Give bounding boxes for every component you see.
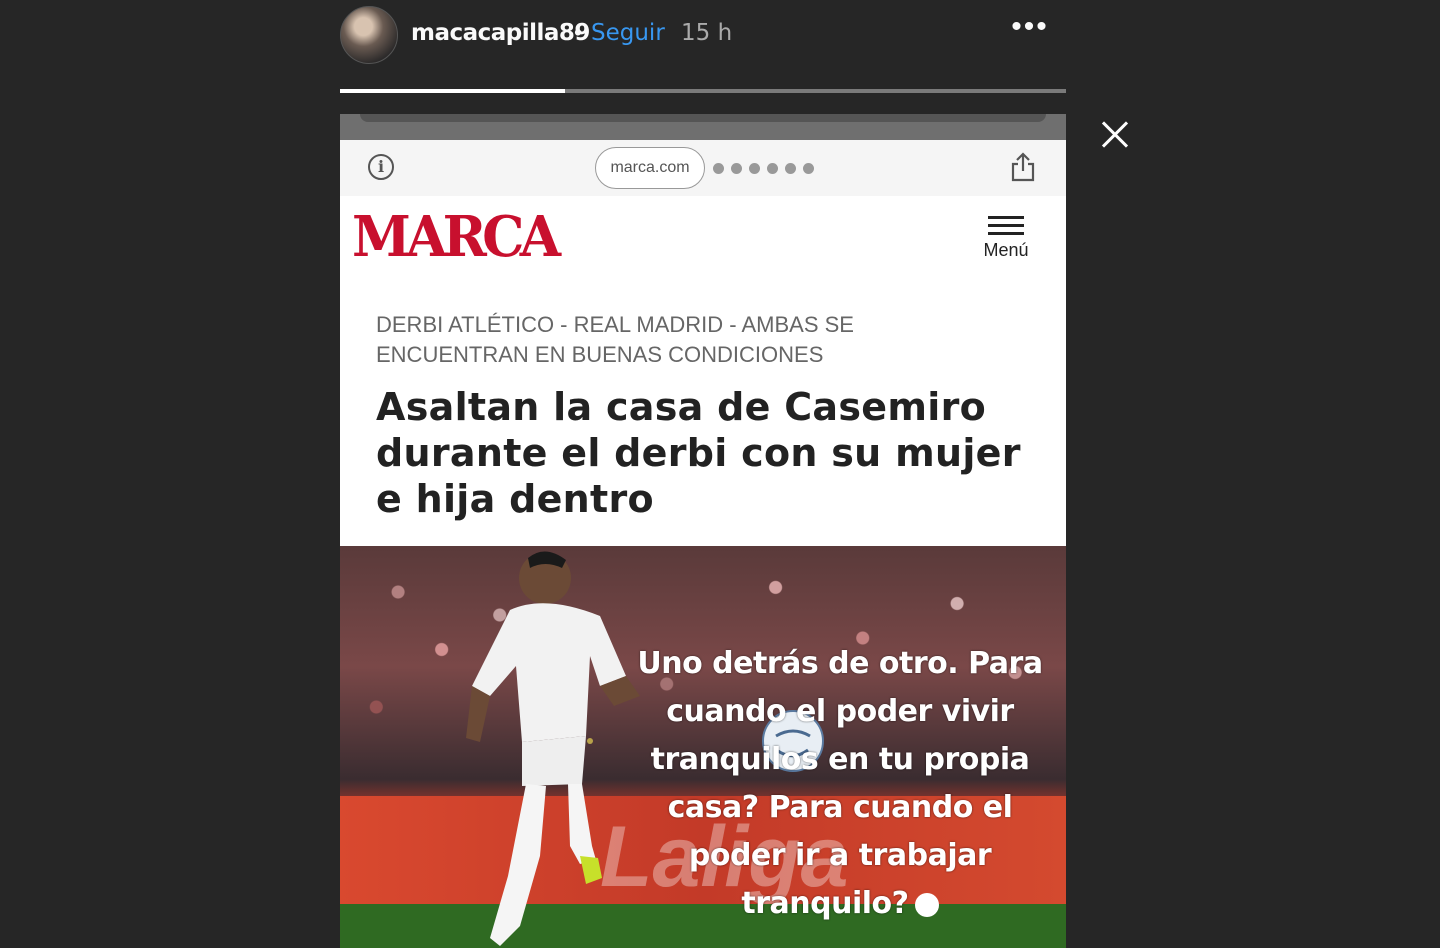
article-headline[interactable]: Asaltan la casa de Casemiro durante el d…	[376, 384, 1036, 522]
share-icon[interactable]	[1010, 152, 1036, 182]
caption-line: tranquilo?	[741, 886, 909, 921]
story-progress-bar	[340, 89, 1066, 93]
more-options-icon[interactable]: •••	[1008, 12, 1052, 46]
article-header: DERBI ATLÉTICO - REAL MADRID - AMBAS SE …	[340, 274, 1066, 546]
username[interactable]: macacapilla89	[411, 20, 590, 46]
story-header: macacapilla89 • Seguir 15 h •••	[340, 6, 1066, 66]
info-icon[interactable]: i	[368, 154, 394, 180]
separator-dot: •	[574, 19, 583, 45]
phone-status-bar	[340, 114, 1066, 140]
marca-logo[interactable]: MARCA	[352, 204, 561, 270]
menu-label: Menú	[983, 240, 1029, 260]
article-kicker: DERBI ATLÉTICO - REAL MADRID - AMBAS SE …	[376, 312, 854, 367]
article-photo: Laliga Uno detrás de otro. Para cuando e…	[340, 546, 1066, 948]
loading-dots-icon	[713, 161, 821, 174]
post-time: 15 h	[681, 20, 733, 46]
menu-button[interactable]: Menú	[976, 212, 1036, 266]
follow-button[interactable]: Seguir	[591, 20, 665, 46]
site-header: MARCA Menú	[340, 196, 1066, 276]
browser-address-bar: i marca.com	[340, 140, 1066, 197]
caption-line-last: tranquilo?	[626, 880, 1054, 928]
story-progress-fill	[340, 89, 566, 93]
emoji-icon	[914, 892, 939, 917]
caption-line: tranquilos en tu propia	[650, 742, 1030, 777]
avatar[interactable]	[340, 6, 398, 64]
hamburger-icon	[988, 216, 1024, 235]
caption-line: Uno detrás de otro. Para	[637, 646, 1043, 681]
story-content[interactable]: i marca.com MARCA Menú DERBI ATLÉTICO - …	[340, 114, 1066, 948]
phone-notch	[360, 114, 1046, 122]
caption-line: casa? Para cuando el	[667, 790, 1013, 825]
story-caption: Uno detrás de otro. Para cuando el poder…	[626, 640, 1054, 928]
url-field[interactable]: marca.com	[595, 147, 705, 189]
caption-line: poder ir a trabajar	[688, 838, 992, 873]
caption-line: cuando el poder vivir	[666, 694, 1014, 729]
close-icon[interactable]	[1096, 116, 1134, 154]
